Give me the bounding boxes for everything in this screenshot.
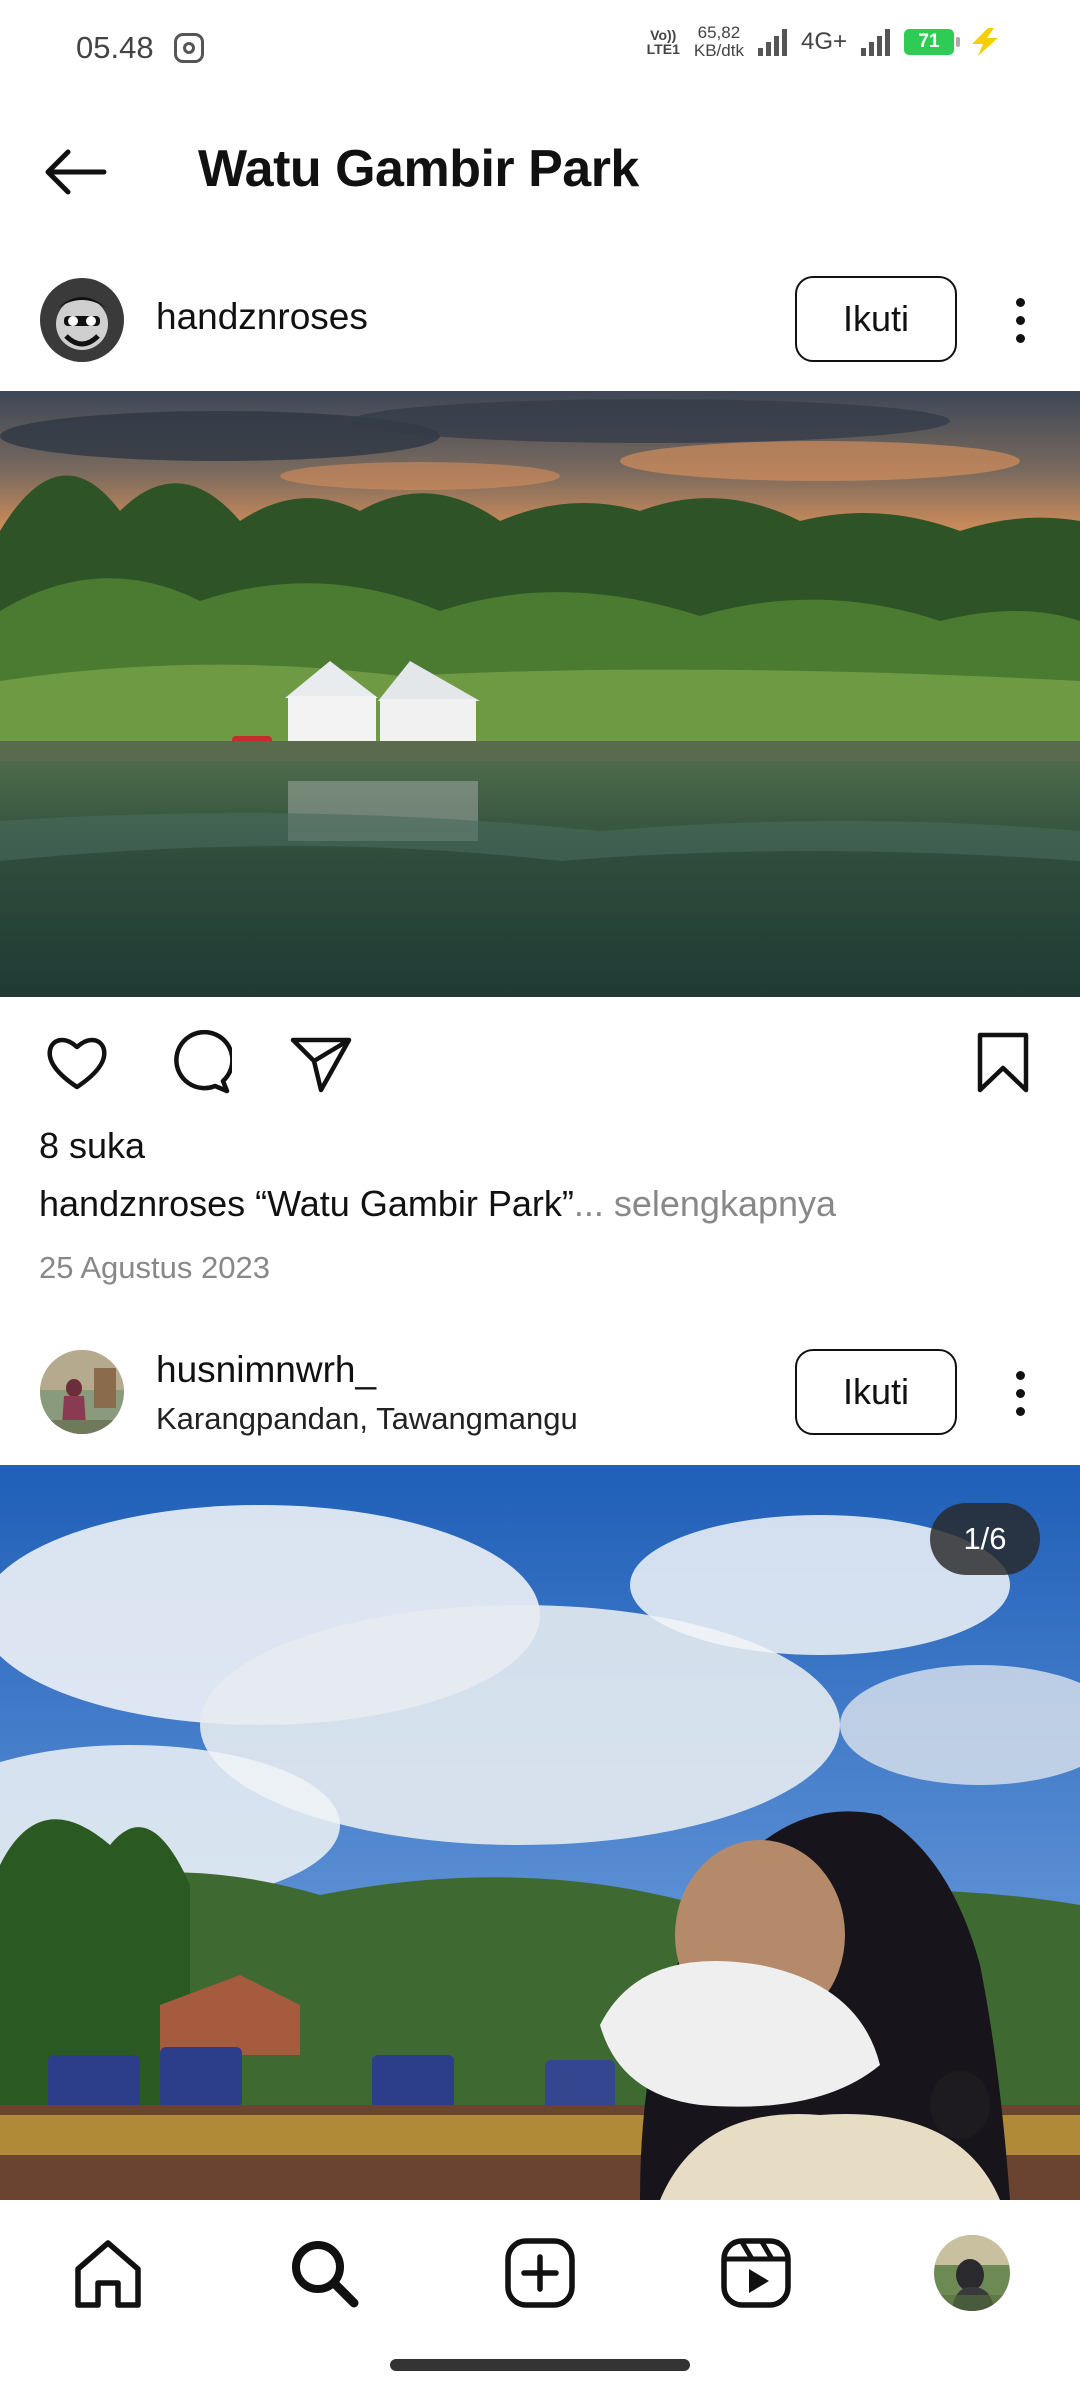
bookmark-icon[interactable] xyxy=(970,1030,1036,1096)
signal-icon xyxy=(757,28,787,56)
carousel-counter: 1/6 xyxy=(930,1503,1040,1575)
more-options-icon-2[interactable] xyxy=(1000,1363,1040,1423)
status-bar: 05.48 Vo)) LTE1 65,82 KB/dtk 4G+ 71 xyxy=(0,0,1080,95)
more-options-icon[interactable] xyxy=(1000,290,1040,350)
reels-icon[interactable] xyxy=(718,2235,794,2311)
caption-username[interactable]: handznroses xyxy=(39,1183,245,1224)
network-type: 4G+ xyxy=(800,28,847,55)
post-caption: handznroses “Watu Gambir Park”... seleng… xyxy=(39,1183,836,1225)
home-indicator xyxy=(390,2359,690,2371)
caption-more-link[interactable]: ... selengkapnya xyxy=(574,1183,836,1224)
post-location[interactable]: Karangpandan, Tawangmangu xyxy=(156,1401,578,1437)
charging-bolt-icon xyxy=(972,28,998,56)
avatar[interactable] xyxy=(40,278,124,362)
post-header-2: husnimnwrh_ Karangpandan, Tawangmangu Ik… xyxy=(0,1343,1080,1453)
status-time: 05.48 xyxy=(76,29,154,65)
post-header: handznroses Ikuti xyxy=(0,270,1080,380)
profile-avatar[interactable] xyxy=(934,2235,1010,2311)
likes-count[interactable]: 8 suka xyxy=(39,1125,145,1167)
post-username[interactable]: handznroses xyxy=(156,296,368,338)
post-image-2[interactable] xyxy=(0,1465,1080,2200)
post-actions xyxy=(0,1020,1080,1100)
network-speed: 65,82 KB/dtk xyxy=(693,23,744,60)
share-icon[interactable] xyxy=(288,1030,354,1096)
post-image[interactable] xyxy=(0,391,1080,997)
follow-button-2[interactable]: Ikuti xyxy=(795,1349,957,1435)
create-icon[interactable] xyxy=(502,2235,578,2311)
page-title: Watu Gambir Park xyxy=(198,140,639,198)
follow-button[interactable]: Ikuti xyxy=(795,276,957,362)
arrow-left-icon[interactable] xyxy=(42,147,112,197)
instagram-icon xyxy=(173,32,204,63)
avatar-2[interactable] xyxy=(40,1350,124,1434)
battery-icon: 71 xyxy=(904,29,960,55)
home-icon[interactable] xyxy=(70,2235,146,2311)
signal-icon-2 xyxy=(861,28,890,56)
heart-icon[interactable] xyxy=(44,1030,110,1096)
post-date: 25 Agustus 2023 xyxy=(39,1250,270,1285)
comment-icon[interactable] xyxy=(166,1030,232,1096)
status-indicators: Vo)) LTE1 65,82 KB/dtk 4G+ 71 xyxy=(647,24,1002,60)
page-header: Watu Gambir Park xyxy=(0,125,1080,220)
caption-text: “Watu Gambir Park” xyxy=(245,1183,574,1224)
search-icon[interactable] xyxy=(286,2235,362,2311)
post-username-2[interactable]: husnimnwrh_ xyxy=(156,1349,376,1391)
volte-indicator: Vo)) LTE1 xyxy=(646,27,680,57)
